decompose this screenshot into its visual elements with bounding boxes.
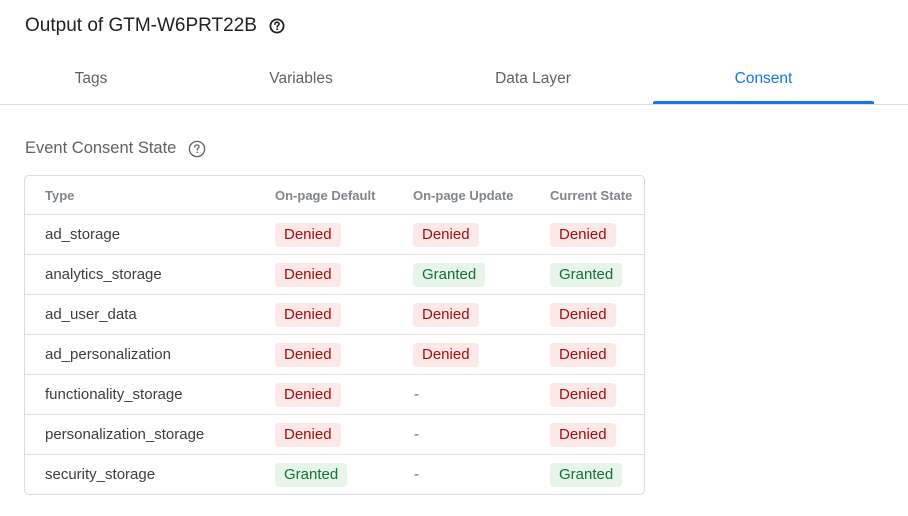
consent-type: ad_user_data (25, 294, 275, 335)
consent-type: functionality_storage (25, 374, 275, 415)
help-circle-icon[interactable] (269, 18, 285, 34)
status-badge: Granted (550, 262, 623, 287)
empty-value: - (414, 386, 419, 403)
status-badge: Denied (275, 302, 341, 327)
update-state-cell: - (413, 455, 550, 495)
update-state-cell: Denied (413, 334, 550, 375)
table-row: analytics_storage Denied Granted Granted (25, 254, 644, 295)
current-state-cell: Denied (550, 294, 644, 335)
update-state-cell: - (413, 374, 550, 415)
current-state-cell: Granted (550, 254, 644, 295)
tab-data-layer[interactable]: Data Layer (438, 56, 628, 102)
consent-table-card: Type On-page Default On-page Update Curr… (24, 175, 645, 495)
status-badge: Denied (550, 382, 616, 407)
current-state-cell: Denied (550, 414, 644, 455)
table-row: personalization_storage Denied - Denied (25, 414, 644, 455)
status-badge: Denied (275, 422, 341, 447)
consent-type: ad_storage (25, 214, 275, 255)
column-header-current: Current State (550, 176, 644, 215)
tab-consent[interactable]: Consent (653, 56, 874, 104)
table-row: ad_user_data Denied Denied Denied (25, 294, 644, 335)
update-state-cell: Granted (413, 254, 550, 295)
default-state-cell: Denied (275, 254, 413, 295)
status-badge: Denied (413, 222, 479, 247)
default-state-cell: Denied (275, 294, 413, 335)
page-header: Output of GTM-W6PRT22B (25, 15, 285, 37)
status-badge: Denied (275, 382, 341, 407)
consent-type: analytics_storage (25, 254, 275, 295)
status-badge: Granted (550, 462, 623, 487)
status-badge: Denied (550, 422, 616, 447)
consent-table: Type On-page Default On-page Update Curr… (25, 176, 644, 494)
status-badge: Denied (413, 342, 479, 367)
consent-type: security_storage (45, 466, 156, 483)
section-title: Event Consent State (25, 139, 177, 157)
current-state-cell: Granted (550, 455, 644, 495)
consent-type: personalization_storage (25, 414, 275, 455)
column-header-update: On-page Update (413, 176, 550, 215)
page-title: Output of GTM-W6PRT22B (25, 15, 257, 36)
current-state-cell: Denied (550, 374, 644, 415)
status-badge: Denied (275, 222, 341, 247)
status-badge: Denied (550, 302, 616, 327)
current-state-cell: Denied (550, 334, 644, 375)
update-state-cell: Denied (413, 294, 550, 335)
column-header-default: On-page Default (275, 176, 413, 215)
column-header-type: Type (25, 176, 275, 215)
consent-page: Output of GTM-W6PRT22B Tags Variables Da… (0, 0, 908, 516)
current-state-cell: Denied (550, 214, 644, 255)
status-badge: Denied (550, 222, 616, 247)
default-state-cell: Denied (275, 334, 413, 375)
default-state-cell: Granted (275, 455, 413, 495)
help-circle-outline-icon[interactable] (188, 140, 206, 158)
section-header: Event Consent State (25, 139, 206, 158)
tab-bar: Tags Variables Data Layer Consent (0, 56, 908, 105)
status-badge: Granted (413, 262, 486, 287)
consent-type: ad_personalization (25, 334, 275, 375)
status-badge: Denied (275, 262, 341, 287)
table-header-row: Type On-page Default On-page Update Curr… (25, 176, 644, 215)
status-badge: Denied (550, 342, 616, 367)
status-badge: Granted (275, 462, 348, 487)
table-row: security_storage Granted - Granted (25, 455, 644, 495)
default-state-cell: Denied (275, 214, 413, 255)
update-state-cell: - (413, 414, 550, 455)
empty-value: - (414, 426, 419, 443)
tab-tags[interactable]: Tags (0, 56, 182, 102)
table-row: functionality_storage Denied - Denied (25, 374, 644, 415)
table-row: ad_storage Denied Denied Denied (25, 214, 644, 255)
default-state-cell: Denied (275, 414, 413, 455)
update-state-cell: Denied (413, 214, 550, 255)
status-badge: Denied (275, 342, 341, 367)
empty-value: - (414, 466, 419, 483)
tab-variables[interactable]: Variables (206, 56, 396, 102)
status-badge: Denied (413, 302, 479, 327)
table-row: ad_personalization Denied Denied Denied (25, 334, 644, 375)
default-state-cell: Denied (275, 374, 413, 415)
